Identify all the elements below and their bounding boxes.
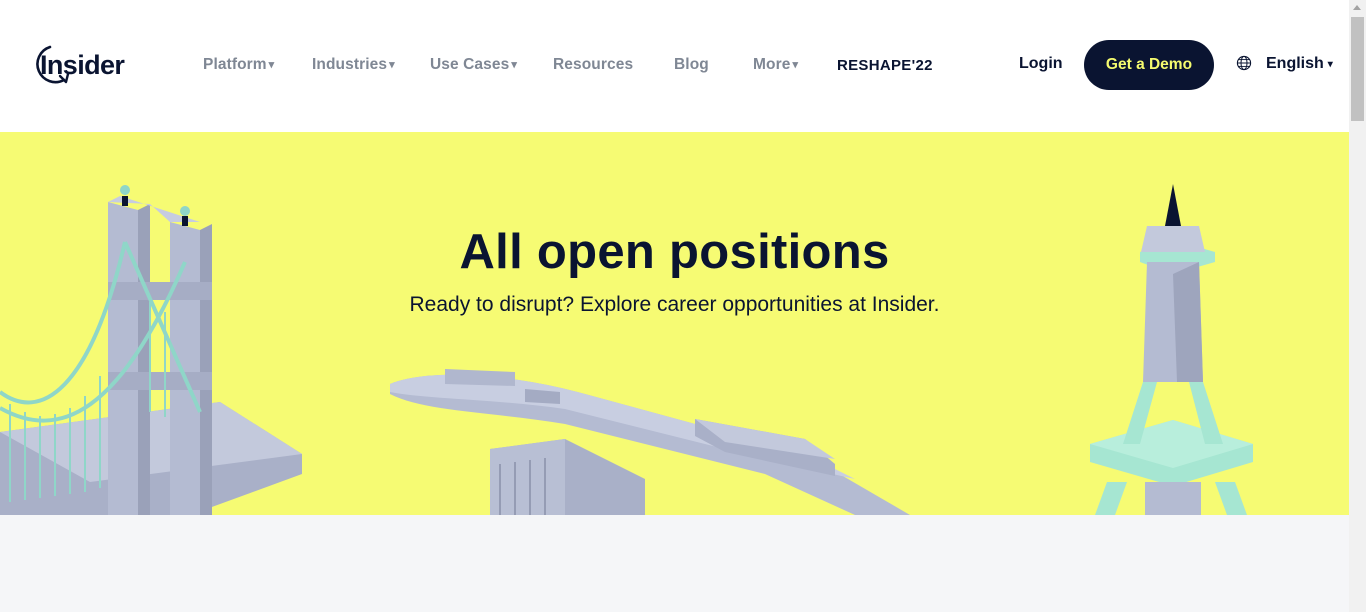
site-header: Insider Platform ▾ Industries ▾ Use Cases ▾…	[0, 0, 1349, 132]
page-title: All open positions	[459, 225, 890, 279]
get-a-demo-button[interactable]: Get a Demo	[1084, 40, 1214, 90]
nav-use-cases-label: Use Cases	[430, 56, 510, 73]
nav-platform-label: Platform	[203, 56, 267, 73]
scrollbar-thumb[interactable]	[1351, 17, 1364, 121]
language-label: English	[1266, 55, 1324, 72]
caret-down-icon: ▾	[511, 59, 517, 71]
nav-industries-label: Industries	[312, 56, 388, 73]
insider-logo[interactable]: Insider	[30, 40, 134, 90]
nav-resources-label: Resources	[553, 56, 634, 73]
login-link[interactable]: Login	[1019, 55, 1063, 73]
nav-more-label: More	[753, 56, 791, 73]
nav-use-cases[interactable]: Use Cases ▾	[430, 56, 517, 74]
page-subtitle: Ready to disrupt? Explore career opportu…	[409, 293, 940, 316]
nav-blog-label: Blog	[674, 56, 709, 73]
nav-resources[interactable]: Resources	[553, 56, 633, 74]
nav-platform[interactable]: Platform ▾	[203, 56, 274, 74]
caret-down-icon: ▾	[268, 59, 275, 71]
nav-blog[interactable]: Blog	[674, 56, 709, 74]
nav-industries[interactable]: Industries ▾	[312, 56, 395, 74]
careers-page: Insider Platform ▾ Industries ▾ Use Cases ▾…	[0, 0, 1366, 612]
caret-down-icon: ▾	[792, 59, 799, 71]
caret-down-icon: ▾	[389, 59, 395, 71]
language-selector[interactable]: English ▾	[1266, 55, 1333, 73]
marina-building-illustration	[390, 369, 910, 515]
page-scrollbar[interactable]	[1349, 0, 1366, 612]
hero-banner: All open positions Ready to disrupt? Exp…	[0, 132, 1349, 515]
caret-down-icon: ▾	[1327, 59, 1333, 70]
nav-reshape-link[interactable]: RESHAPE'22	[837, 57, 933, 74]
nav-more[interactable]: More ▾	[753, 56, 798, 74]
globe-icon[interactable]	[1236, 55, 1252, 71]
scroll-up-arrow-icon[interactable]	[1353, 5, 1361, 10]
logo-text: Insider	[40, 50, 125, 80]
positions-section	[0, 515, 1349, 612]
